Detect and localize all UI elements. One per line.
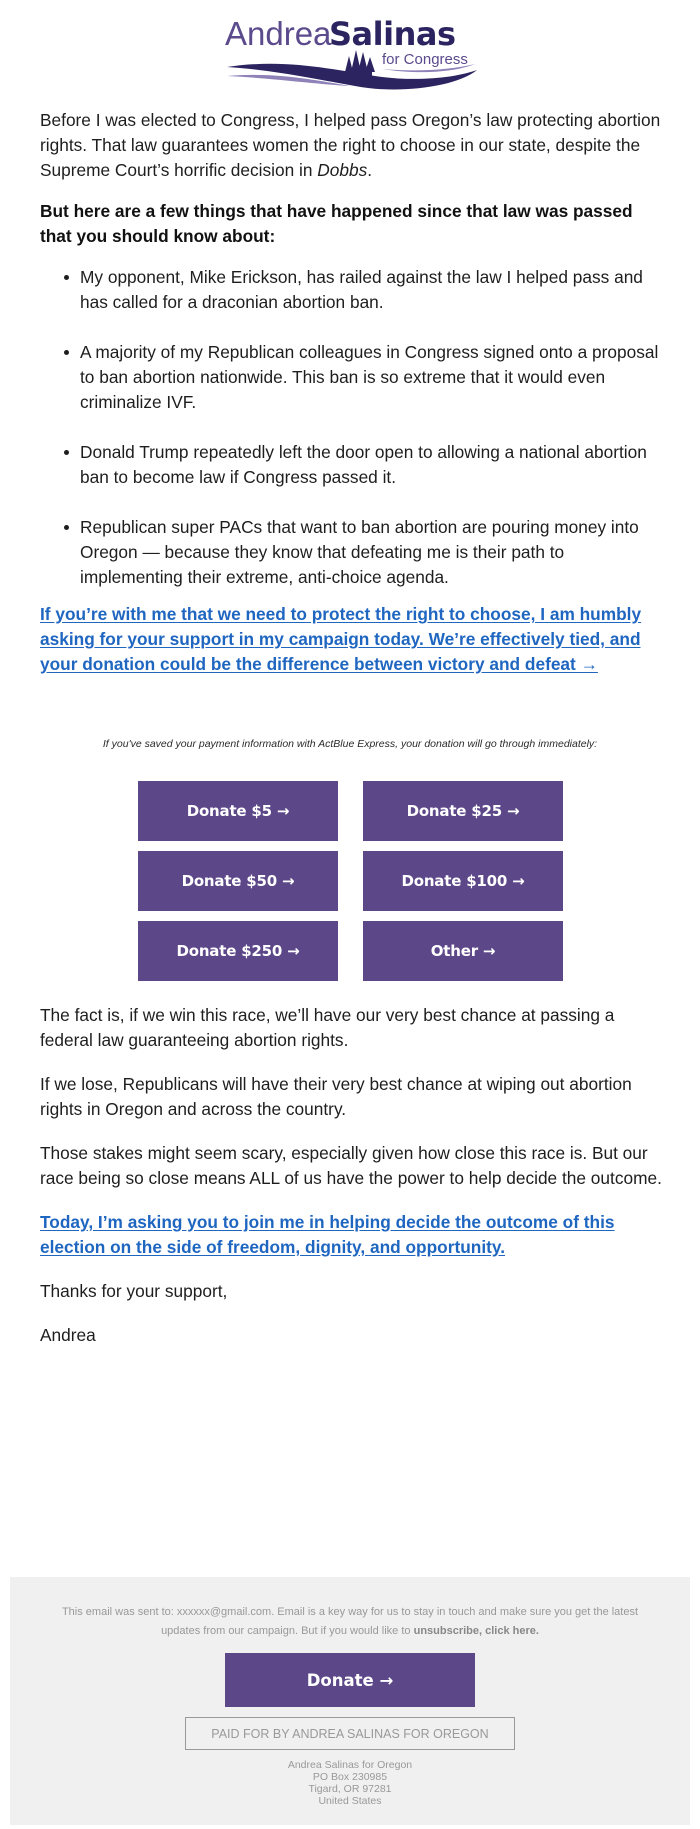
signoff: Thanks for your support, [40,1281,228,1301]
bullet-icon [64,450,69,455]
email-body-closing: The fact is, if we win this race, we’ll … [40,1003,665,1367]
logo-last-name: Salinas [329,15,456,53]
donate-button-grid: Donate $5 → Donate $25 → Donate $50 → Do… [138,781,563,981]
unsubscribe-link[interactable]: unsubscribe, click here. [414,1625,539,1637]
dobbs-reference: Dobbs [317,160,368,180]
body-paragraph: The fact is, if we win this race, we’ll … [40,1005,615,1050]
bullet-list: My opponent, Mike Erickson, has railed a… [40,265,665,590]
list-item: My opponent, Mike Erickson, has railed a… [40,265,665,315]
logo-graphic: Andrea Salinas for Congress [225,15,477,90]
email-footer: This email was sent to: xxxxxx@gmail.com… [10,1577,690,1825]
list-item: Donald Trump repeatedly left the door op… [40,440,665,490]
recipient-email: xxxxxx@gmail.com [176,1606,272,1618]
secondary-donate-link[interactable]: Today, I’m asking you to join me in help… [40,1210,665,1260]
footer-donate-button[interactable]: Donate → [225,1653,475,1707]
paid-for-disclaimer: PAID FOR BY ANDREA SALINAS FOR OREGON [185,1717,515,1750]
intro-paragraph: Before I was elected to Congress, I help… [40,110,661,180]
bullet-icon [64,525,69,530]
donate-50-button[interactable]: Donate $50 → [138,851,338,911]
mailing-address: Andrea Salinas for Oregon PO Box 230985 … [10,1759,690,1807]
address-line: Andrea Salinas for Oregon [287,1759,413,1771]
signature: Andrea [40,1325,96,1345]
primary-donate-link[interactable]: If you’re with me that we need to protec… [40,602,665,677]
list-item: A majority of my Republican colleagues i… [40,340,665,415]
donate-25-button[interactable]: Donate $25 → [363,781,563,841]
donate-5-button[interactable]: Donate $5 → [138,781,338,841]
list-item: Republican super PACs that want to ban a… [40,515,665,590]
logo-tagline: for Congress [382,51,468,68]
logo-first-name: Andrea [225,15,332,52]
bold-lead: But here are a few things that have happ… [40,201,633,246]
donate-100-button[interactable]: Donate $100 → [363,851,563,911]
donate-other-button[interactable]: Other → [363,921,563,981]
address-line: United States [318,1795,382,1807]
donate-250-button[interactable]: Donate $250 → [138,921,338,981]
sent-to-notice: This email was sent to: xxxxxx@gmail.com… [61,1606,639,1637]
address-line: PO Box 230985 [312,1771,388,1783]
campaign-logo: Andrea Salinas for Congress [225,12,480,97]
email-body: Before I was elected to Congress, I help… [40,108,665,693]
bullet-icon [64,350,69,355]
body-paragraph: Those stakes might seem scary, especiall… [40,1143,662,1188]
address-line: Tigard, OR 97281 [308,1783,392,1795]
actblue-express-note: If you've saved your payment information… [102,738,598,750]
bullet-icon [64,275,69,280]
body-paragraph: If we lose, Republicans will have their … [40,1074,632,1119]
